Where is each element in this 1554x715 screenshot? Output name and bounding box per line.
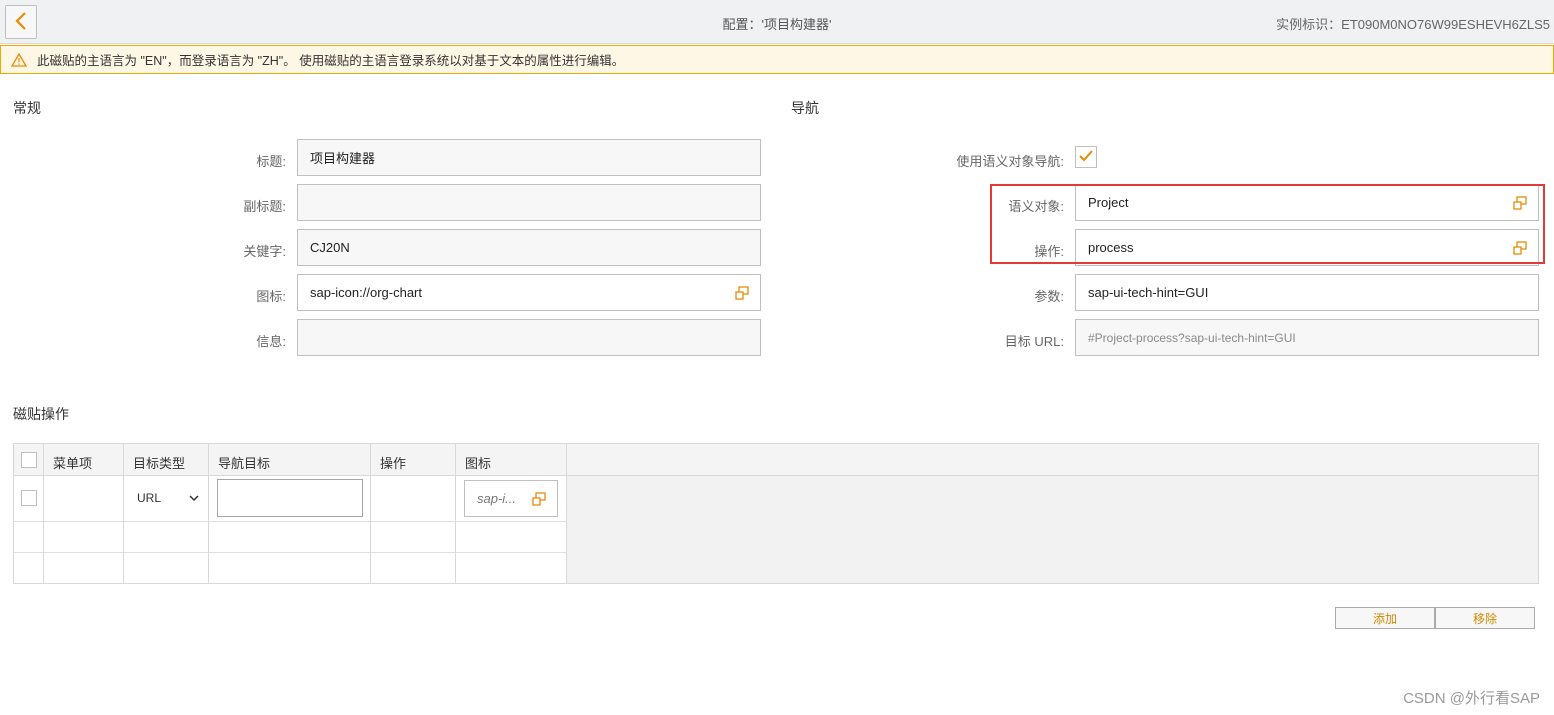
column-header-nav-target: 导航目标 — [218, 456, 271, 471]
add-button[interactable]: 添加 — [1335, 607, 1435, 629]
column-divider — [370, 444, 371, 583]
subtitle-label: 副标题: — [243, 199, 286, 214]
value-help-icon[interactable] — [531, 491, 547, 507]
action-label: 操作: — [1034, 244, 1064, 259]
icon-field[interactable]: sap-icon://org-chart — [297, 274, 761, 311]
title-label: 标题: — [256, 154, 286, 169]
column-header-menu-item: 菜单项 — [53, 456, 93, 471]
select-all-checkbox[interactable] — [21, 452, 37, 468]
value-help-icon[interactable] — [1512, 195, 1528, 211]
warning-text: 此磁贴的主语言为 "EN"，而登录语言为 "ZH"。 使用磁贴的主语言登录系统以… — [37, 54, 625, 68]
column-divider — [455, 444, 456, 583]
general-section-title: 常规 — [13, 100, 41, 116]
title-field[interactable]: 项目构建器 — [297, 139, 761, 176]
watermark: CSDN @外行看SAP — [1403, 690, 1540, 707]
column-divider — [43, 444, 44, 583]
target-url-field: #Project-process?sap-ui-tech-hint=GUI — [1075, 319, 1539, 356]
subtitle-field[interactable] — [297, 184, 761, 221]
keywords-label: 关键字: — [243, 244, 286, 259]
warning-icon — [11, 52, 27, 67]
row-checkbox[interactable] — [21, 490, 37, 506]
chevron-down-icon — [189, 491, 199, 505]
target-type-select[interactable]: URL — [137, 491, 199, 505]
column-divider — [123, 444, 124, 583]
checkmark-icon — [1078, 149, 1094, 166]
params-label: 参数: — [1034, 289, 1064, 304]
target-url-label: 目标 URL: — [1004, 334, 1064, 349]
table-row: URL sap-i... — [14, 476, 567, 522]
info-label: 信息: — [256, 334, 286, 349]
tile-actions-section-title: 磁贴操作 — [13, 406, 69, 422]
remove-button[interactable]: 移除 — [1435, 607, 1535, 629]
header-bar: 配置：'项目构建器' 实例标识：ET090M0NO76W99ESHEVH6ZLS… — [0, 0, 1554, 44]
semantic-object-field[interactable]: Project — [1075, 184, 1539, 221]
value-help-icon[interactable] — [734, 285, 750, 301]
column-header-icon: 图标 — [465, 456, 492, 471]
info-field[interactable] — [297, 319, 761, 356]
use-semantic-checkbox[interactable] — [1075, 146, 1097, 168]
instance-id: 实例标识：ET090M0NO76W99ESHEVH6ZLS5 — [1276, 17, 1550, 32]
action-field[interactable]: process — [1075, 229, 1539, 266]
table-row — [14, 522, 567, 553]
nav-target-input[interactable] — [217, 479, 363, 517]
table-header: 菜单项 目标类型 导航目标 操作 图标 — [14, 444, 1538, 476]
tile-actions-table: 菜单项 目标类型 导航目标 操作 图标 URL sap-i... — [13, 443, 1539, 584]
navigation-section-title: 导航 — [791, 100, 819, 116]
icon-label: 图标: — [256, 289, 286, 304]
keywords-field[interactable]: CJ20N — [297, 229, 761, 266]
value-help-icon[interactable] — [1512, 240, 1528, 256]
params-field[interactable]: sap-ui-tech-hint=GUI — [1075, 274, 1539, 311]
use-semantic-label: 使用语义对象导航: — [956, 154, 1064, 169]
column-divider — [208, 444, 209, 583]
table-row — [14, 553, 567, 583]
column-header-target-type: 目标类型 — [133, 456, 186, 471]
row-icon-input[interactable]: sap-i... — [464, 480, 558, 517]
language-warning: 此磁贴的主语言为 "EN"，而登录语言为 "ZH"。 使用磁贴的主语言登录系统以… — [0, 45, 1554, 74]
column-divider — [566, 444, 567, 583]
column-header-action: 操作 — [380, 456, 407, 471]
semantic-object-label: 语义对象: — [1008, 199, 1064, 214]
